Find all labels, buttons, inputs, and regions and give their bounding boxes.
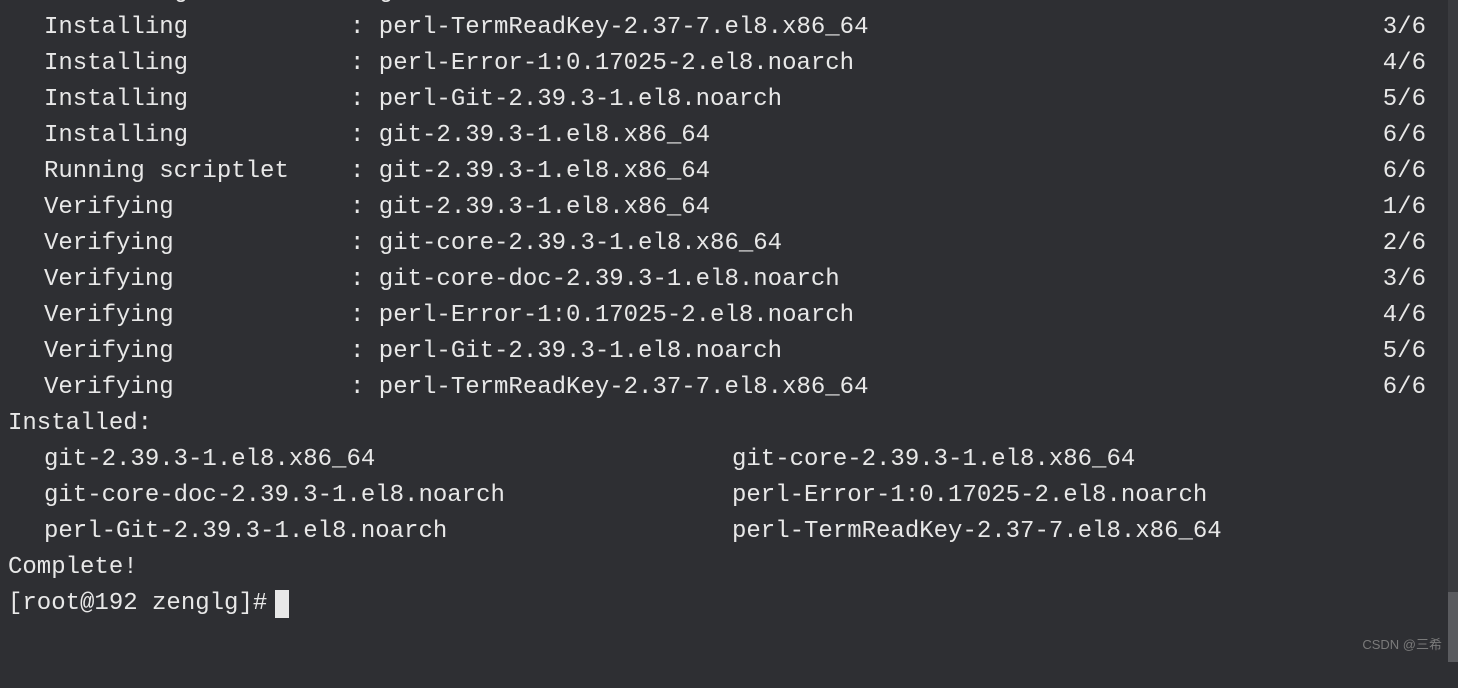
output-line: Installing : git-2.39.3-1.el8.x86_64 6/6 bbox=[8, 118, 1450, 154]
package-name: : git-core-2.39.3-1.el8.x86_64 bbox=[350, 226, 1383, 262]
scrollbar-thumb[interactable] bbox=[1448, 592, 1458, 662]
terminal-output[interactable]: Installing : git-core-doc-2.39.3-1.el8.n… bbox=[8, 0, 1450, 662]
package-name: : git-core-doc-2.39.3-1.el8.noarch bbox=[350, 262, 1383, 298]
package-name: : perl-Error-1:0.17025-2.el8.noarch bbox=[350, 298, 1383, 334]
output-line: Verifying : perl-Error-1:0.17025-2.el8.n… bbox=[8, 298, 1450, 334]
shell-prompt: [root@192 zenglg]# bbox=[8, 586, 267, 622]
installed-header: Installed: bbox=[8, 406, 1450, 442]
installed-package: perl-Error-1:0.17025-2.el8.noarch bbox=[732, 478, 1450, 514]
progress-counter: 6/6 bbox=[1383, 118, 1450, 154]
action-label: Verifying bbox=[44, 226, 350, 262]
action-label: Installing bbox=[44, 46, 350, 82]
output-line: Verifying : git-core-2.39.3-1.el8.x86_64… bbox=[8, 226, 1450, 262]
output-line: Installing : perl-Error-1:0.17025-2.el8.… bbox=[8, 46, 1450, 82]
progress-counter: 5/6 bbox=[1383, 82, 1450, 118]
package-name: : git-2.39.3-1.el8.x86_64 bbox=[350, 190, 1383, 226]
progress-counter: 6/6 bbox=[1383, 370, 1450, 406]
action-label: Verifying bbox=[44, 370, 350, 406]
package-name: : perl-Git-2.39.3-1.el8.noarch bbox=[350, 334, 1383, 370]
action-label: Installing bbox=[44, 10, 350, 46]
watermark: CSDN @三希 bbox=[1362, 635, 1442, 655]
action-label: Verifying bbox=[44, 190, 350, 226]
action-label: Running scriptlet bbox=[44, 154, 350, 190]
package-name: : perl-Git-2.39.3-1.el8.noarch bbox=[350, 82, 1383, 118]
progress-counter: 5/6 bbox=[1383, 334, 1450, 370]
action-label: Installing bbox=[44, 82, 350, 118]
progress-counter: 6/6 bbox=[1383, 154, 1450, 190]
progress-counter: 4/6 bbox=[1383, 298, 1450, 334]
package-name: : perl-TermReadKey-2.37-7.el8.x86_64 bbox=[350, 10, 1383, 46]
progress-counter: 3/6 bbox=[1383, 262, 1450, 298]
installed-package: git-core-doc-2.39.3-1.el8.noarch bbox=[44, 478, 732, 514]
action-label: Installing bbox=[44, 0, 350, 10]
output-line: Verifying : git-core-doc-2.39.3-1.el8.no… bbox=[8, 262, 1450, 298]
output-line: Installing : perl-Git-2.39.3-1.el8.noarc… bbox=[8, 82, 1450, 118]
installed-packages-list: git-2.39.3-1.el8.x86_64 git-core-2.39.3-… bbox=[8, 442, 1450, 550]
installed-package: git-2.39.3-1.el8.x86_64 bbox=[44, 442, 732, 478]
progress-counter: 4/6 bbox=[1383, 46, 1450, 82]
output-line: Installing : perl-TermReadKey-2.37-7.el8… bbox=[8, 10, 1450, 46]
package-name: : perl-Error-1:0.17025-2.el8.noarch bbox=[350, 46, 1383, 82]
installed-package: git-core-2.39.3-1.el8.x86_64 bbox=[732, 442, 1450, 478]
installed-package: perl-TermReadKey-2.37-7.el8.x86_64 bbox=[732, 514, 1450, 550]
action-label: Verifying bbox=[44, 262, 350, 298]
package-name: : perl-TermReadKey-2.37-7.el8.x86_64 bbox=[350, 370, 1383, 406]
progress-counter: 2/6 bbox=[1383, 226, 1450, 262]
output-line: Running scriptlet : git-2.39.3-1.el8.x86… bbox=[8, 154, 1450, 190]
progress-counter: 1/6 bbox=[1383, 190, 1450, 226]
output-line: Verifying : git-2.39.3-1.el8.x86_64 1/6 bbox=[8, 190, 1450, 226]
output-line: Verifying : perl-Git-2.39.3-1.el8.noarch… bbox=[8, 334, 1450, 370]
scrollbar[interactable] bbox=[1448, 0, 1458, 662]
output-line: Installing : git-core-doc-2.39.3-1.el8.n… bbox=[8, 0, 1450, 10]
prompt-line[interactable]: [root@192 zenglg]# bbox=[8, 586, 1450, 622]
action-label: Verifying bbox=[44, 298, 350, 334]
action-label: Verifying bbox=[44, 334, 350, 370]
package-name: : git-core-doc-2.39.3-1.el8.noarch bbox=[350, 0, 1383, 10]
package-name: : git-2.39.3-1.el8.x86_64 bbox=[350, 154, 1383, 190]
installed-package: perl-Git-2.39.3-1.el8.noarch bbox=[44, 514, 732, 550]
output-line: Verifying : perl-TermReadKey-2.37-7.el8.… bbox=[8, 370, 1450, 406]
progress-counter: 3/6 bbox=[1383, 10, 1450, 46]
progress-counter: 2/6 bbox=[1383, 0, 1450, 10]
cursor-icon bbox=[275, 590, 289, 618]
action-label: Installing bbox=[44, 118, 350, 154]
complete-message: Complete! bbox=[8, 550, 1450, 586]
package-name: : git-2.39.3-1.el8.x86_64 bbox=[350, 118, 1383, 154]
